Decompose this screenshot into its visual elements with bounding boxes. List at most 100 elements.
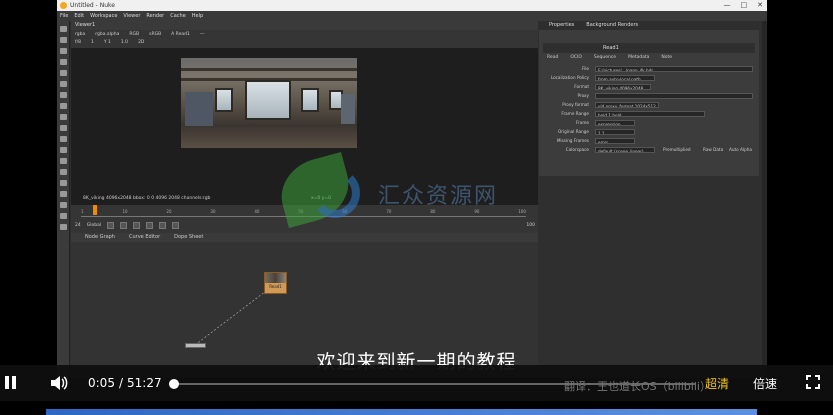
channel-tool-icon[interactable] bbox=[59, 59, 67, 65]
range-mode-select[interactable]: Global bbox=[87, 223, 101, 228]
window-title: Untitled - Nuke bbox=[70, 2, 115, 9]
time-separator: / bbox=[118, 376, 123, 390]
proxy-format-select[interactable]: vid proxy_format 1024x512 bbox=[595, 102, 659, 108]
play-forward-button[interactable] bbox=[146, 221, 154, 229]
last-frame-button[interactable] bbox=[172, 221, 180, 229]
scrollbar[interactable] bbox=[762, 21, 767, 378]
time-tool-icon[interactable] bbox=[59, 48, 67, 54]
tab-viewer[interactable]: Viewer1 bbox=[71, 21, 538, 30]
gain-field[interactable]: 1 bbox=[91, 39, 94, 47]
keyer-tool-icon[interactable] bbox=[59, 92, 67, 98]
play-backward-button[interactable] bbox=[133, 221, 141, 229]
param-row-missing-frames: Missing Frames error bbox=[543, 137, 755, 145]
fstop-field[interactable]: f/8 bbox=[75, 39, 81, 47]
translator-credit: 翻译：王也道长OS（bilibili） bbox=[564, 380, 711, 393]
file-path-field[interactable]: E:/pictures/.../pano_4k.hdr bbox=[595, 66, 753, 72]
auto-alpha-checkbox[interactable]: Auto Alpha bbox=[729, 146, 752, 154]
node-subtabs: Read OCIO Sequence Metadata Note bbox=[543, 54, 755, 62]
swoosh-logo-icon bbox=[310, 168, 360, 218]
proxy-field[interactable] bbox=[595, 93, 753, 99]
premultiplied-checkbox[interactable]: Premultiplied bbox=[663, 146, 691, 154]
menu-render[interactable]: Render bbox=[146, 11, 164, 21]
time-display: 0:05/ 51:27 bbox=[88, 376, 162, 390]
menu-help[interactable]: Help bbox=[192, 11, 203, 21]
tab-sequence[interactable]: Sequence bbox=[594, 54, 616, 62]
tab-background-renders[interactable]: Background Renders bbox=[586, 21, 638, 30]
window-shape bbox=[245, 80, 291, 120]
quality-button[interactable]: 超清 bbox=[705, 375, 729, 392]
tab-ocio[interactable]: OCIO bbox=[570, 54, 582, 62]
channel-select[interactable]: rgba bbox=[75, 31, 85, 39]
tab-note[interactable]: Note bbox=[661, 54, 672, 62]
settings-tool-icon[interactable] bbox=[59, 224, 67, 230]
read-node-label: Read1 bbox=[269, 284, 282, 289]
param-label: Original Range bbox=[558, 129, 589, 134]
draw-tool-icon[interactable] bbox=[59, 37, 67, 43]
current-time: 0:05 bbox=[88, 376, 115, 390]
missing-frames-select[interactable]: error bbox=[595, 138, 635, 144]
image-tool-icon[interactable] bbox=[59, 26, 67, 32]
display-select[interactable]: RGB bbox=[129, 31, 139, 39]
fps-field[interactable]: 24 bbox=[75, 223, 81, 228]
node-header: Read1 bbox=[543, 43, 755, 53]
other-tool-icon[interactable] bbox=[59, 191, 67, 197]
metadata-tool-icon[interactable] bbox=[59, 147, 67, 153]
merge-tool-icon[interactable] bbox=[59, 103, 67, 109]
window-shape bbox=[215, 88, 233, 112]
properties-tabs: Properties Background Renders bbox=[539, 21, 759, 30]
tick-label: 20 bbox=[166, 209, 172, 214]
deep-tool-icon[interactable] bbox=[59, 169, 67, 175]
viewer-controls: rgba rgba.alpha RGB sRGB A Read1 — f/8 1… bbox=[71, 30, 538, 48]
lut-select[interactable]: sRGB bbox=[149, 31, 161, 39]
zoom-field[interactable]: 1.0 bbox=[121, 39, 128, 47]
speed-button[interactable]: 倍速 bbox=[753, 375, 777, 392]
menu-file[interactable]: File bbox=[60, 11, 68, 21]
param-label: Localization Policy bbox=[550, 75, 589, 80]
frame-range-field[interactable]: hold 1 hold bbox=[595, 111, 705, 117]
maximize-button[interactable]: □ bbox=[741, 1, 748, 9]
localization-select[interactable]: from auto-local path bbox=[595, 75, 655, 81]
minimize-button[interactable]: — bbox=[724, 1, 731, 9]
pause-icon[interactable] bbox=[5, 376, 17, 389]
3d-tool-icon[interactable] bbox=[59, 125, 67, 131]
furnace-tool-icon[interactable] bbox=[59, 202, 67, 208]
page-bottom-strip bbox=[46, 409, 757, 415]
toolsets-tool-icon[interactable] bbox=[59, 180, 67, 186]
frame-mode-select[interactable]: expression bbox=[595, 120, 635, 126]
particles-tool-icon[interactable] bbox=[59, 158, 67, 164]
tab-read[interactable]: Read bbox=[547, 54, 558, 62]
color-tool-icon[interactable] bbox=[59, 70, 67, 76]
original-range-field[interactable]: 1 1 bbox=[595, 129, 635, 135]
ofx-tool-icon[interactable] bbox=[59, 213, 67, 219]
input-b-select[interactable]: — bbox=[200, 31, 205, 39]
prev-keyframe-button[interactable] bbox=[120, 221, 128, 229]
tab-metadata[interactable]: Metadata bbox=[628, 54, 649, 62]
menu-edit[interactable]: Edit bbox=[74, 11, 84, 21]
menu-cache[interactable]: Cache bbox=[170, 11, 186, 21]
param-label: Frame Range bbox=[561, 111, 589, 116]
video-player-controls: 0:05/ 51:27 翻译：王也道长OS（bilibili） 超清 倍速 bbox=[0, 365, 833, 401]
timeline-playhead[interactable] bbox=[93, 205, 97, 215]
menu-viewer[interactable]: Viewer bbox=[123, 11, 140, 21]
progress-knob[interactable] bbox=[169, 379, 179, 389]
fullscreen-icon[interactable] bbox=[806, 375, 820, 389]
raw-data-checkbox[interactable]: Raw Data bbox=[703, 146, 723, 154]
first-frame-button[interactable] bbox=[107, 221, 115, 229]
volume-icon[interactable] bbox=[50, 375, 68, 391]
colorspace-select[interactable]: default (scene_linear) bbox=[595, 147, 655, 153]
views-tool-icon[interactable] bbox=[59, 136, 67, 142]
view-mode-select[interactable]: 2D bbox=[138, 39, 144, 47]
menu-workspace[interactable]: Workspace bbox=[90, 11, 117, 21]
input-a-select[interactable]: A Read1 bbox=[171, 31, 190, 39]
param-label: Proxy format bbox=[562, 102, 589, 107]
read-node[interactable]: Read1 bbox=[264, 272, 287, 294]
tab-properties[interactable]: Properties bbox=[549, 21, 574, 30]
gamma-field[interactable]: Y 1 bbox=[104, 39, 111, 47]
filter-tool-icon[interactable] bbox=[59, 81, 67, 87]
next-keyframe-button[interactable] bbox=[159, 221, 167, 229]
param-row-proxy-format: Proxy format vid proxy_format 1024x512 bbox=[543, 101, 755, 109]
format-select[interactable]: 8K_viking 4096x2048 bbox=[595, 84, 651, 90]
close-button[interactable]: ✕ bbox=[757, 1, 763, 9]
transform-tool-icon[interactable] bbox=[59, 114, 67, 120]
alpha-select[interactable]: rgba.alpha bbox=[95, 31, 119, 39]
